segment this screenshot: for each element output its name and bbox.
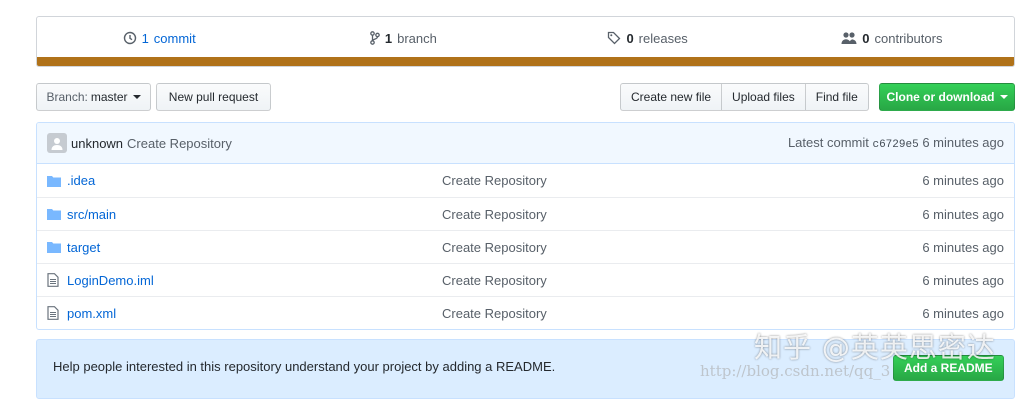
file-age: 6 minutes ago [922,173,1004,188]
caret-down-icon [999,95,1008,99]
watermark: 知乎 @英英思密达 [754,331,996,364]
branch-name: master [90,90,128,104]
caret-down-icon [132,95,141,99]
numbers-summary: 1 commit 1 branch 0 releases 0 contribut… [37,17,1014,59]
create-new-file-button[interactable]: Create new file [620,83,723,111]
file-commit-message[interactable]: Create Repository [442,306,922,321]
file-table: unknown Create Repository Latest commit … [36,122,1015,330]
file-age: 6 minutes ago [922,305,1004,321]
file-commit-message[interactable]: Create Repository [442,207,922,222]
commit-tease: unknown Create Repository Latest commit … [37,123,1014,164]
commits-count[interactable]: 1 [142,31,149,46]
branches-count[interactable]: 1 [385,31,392,46]
file-row[interactable]: .idea Create Repository 6 minutes ago [37,164,1014,197]
commit-message[interactable]: Create Repository [127,136,232,151]
file-name[interactable]: LoginDemo.iml [67,273,442,288]
releases-stat[interactable]: 0 releases [526,31,770,46]
file-row[interactable]: target Create Repository 6 minutes ago [37,230,1014,263]
branch-icon [370,31,380,45]
folder-icon [47,175,63,187]
releases-count[interactable]: 0 [626,31,633,46]
history-icon [123,31,136,45]
contributors-stat[interactable]: 0 contributors [770,31,1014,46]
file-name[interactable]: .idea [67,173,442,188]
language-bar[interactable] [37,57,1014,66]
file-icon [47,306,63,320]
file-name[interactable]: pom.xml [67,306,442,321]
watermark-url: http://blog.csdn.net/qq_3 [700,362,891,380]
people-icon [841,32,857,44]
file-age: 6 minutes ago [922,272,1004,288]
file-name[interactable]: src/main [67,207,442,222]
find-file-button[interactable]: Find file [804,83,869,111]
branch-select-button[interactable]: Branch: master [36,83,151,111]
branch-prefix: Branch: [46,90,88,104]
clone-label: Clone or download [886,90,995,104]
commit-age: 6 minutes ago [922,135,1004,150]
contributors-label[interactable]: contributors [875,31,943,46]
file-icon [47,273,63,287]
file-commit-message[interactable]: Create Repository [442,240,922,255]
user-icon [51,138,63,150]
file-navigation: Branch: master New pull request Create n… [36,83,1015,111]
file-name[interactable]: target [67,240,442,255]
branches-label[interactable]: branch [397,31,437,46]
branches-stat[interactable]: 1 branch [281,31,525,46]
upload-files-button[interactable]: Upload files [721,83,806,111]
folder-icon [47,241,63,253]
repo-summary: 1 commit 1 branch 0 releases 0 contribut… [36,16,1015,67]
latest-commit-label: Latest commit [787,135,869,150]
file-age: 6 minutes ago [922,206,1004,222]
file-list: .idea Create Repository 6 minutes ago src/m… [37,164,1014,329]
releases-label[interactable]: releases [639,31,688,46]
clone-or-download-button[interactable]: Clone or download [879,83,1015,111]
readme-prompt-text: Help people interested in this repositor… [53,359,556,374]
file-actions-group: Create new file Upload files Find file [620,83,869,111]
contributors-count[interactable]: 0 [862,31,869,46]
file-commit-message[interactable]: Create Repository [442,273,922,288]
tag-icon [608,31,621,45]
file-age: 6 minutes ago [922,239,1004,255]
commit-author[interactable]: unknown [71,136,123,151]
latest-commit: Latest commit c6729e5 6 minutes ago [788,135,1004,151]
file-row[interactable]: pom.xml Create Repository 6 minutes ago [37,296,1014,329]
file-row[interactable]: src/main Create Repository 6 minutes ago [37,197,1014,230]
file-commit-message[interactable]: Create Repository [442,173,922,188]
commits-stat[interactable]: 1 commit [37,31,281,46]
commit-sha[interactable]: c6729e5 [872,139,918,151]
avatar[interactable] [47,133,67,153]
file-row[interactable]: LoginDemo.iml Create Repository 6 minutes … [37,263,1014,296]
commits-label[interactable]: commit [154,31,196,46]
new-pull-request-button[interactable]: New pull request [156,83,271,111]
folder-icon [47,208,63,220]
